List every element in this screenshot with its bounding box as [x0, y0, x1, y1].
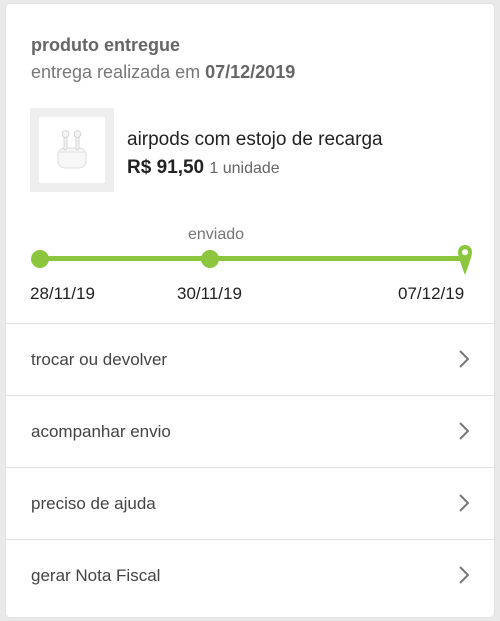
delivery-info: entrega realizada em 07/12/2019 — [31, 62, 295, 83]
action-label: acompanhar envio — [31, 422, 171, 441]
timeline-dot — [201, 250, 219, 268]
timeline-dot — [31, 250, 49, 268]
timeline-date: 07/12/19 — [398, 284, 465, 303]
chevron-right-icon — [459, 566, 470, 584]
airpods-case-icon — [57, 130, 87, 169]
delivery-prefix: entrega realizada em — [31, 62, 201, 82]
timeline-step-label: enviado — [188, 226, 245, 243]
action-label: gerar Nota Fiscal — [31, 566, 161, 585]
product-name[interactable]: airpods com estojo de recarga — [127, 129, 383, 151]
timeline-line-segment — [210, 256, 460, 261]
product-image — [39, 117, 105, 183]
action-generate-invoice[interactable]: gerar Nota Fiscal — [6, 539, 494, 611]
timeline-date: 28/11/19 — [30, 284, 95, 303]
product-price-line: R$ 91,50 1 unidade — [127, 157, 280, 179]
order-status-title: produto entregue — [31, 35, 180, 55]
product-quantity: 1 unidade — [209, 160, 280, 177]
delivery-date: 07/12/2019 — [205, 62, 296, 82]
location-pin-icon — [458, 245, 472, 275]
action-need-help[interactable]: preciso de ajuda — [6, 467, 494, 539]
action-exchange-return[interactable]: trocar ou devolver — [6, 323, 494, 395]
timeline-date: 30/11/19 — [177, 284, 242, 303]
order-card: produto entregue entrega realizada em 07… — [6, 4, 494, 617]
shipping-timeline: enviado 28/11/19 30/11/19 07/12/19 — [6, 222, 494, 312]
action-label: trocar ou devolver — [31, 350, 168, 369]
chevron-right-icon — [459, 350, 470, 368]
chevron-right-icon — [459, 422, 470, 440]
product-price: R$ 91,50 — [127, 157, 205, 178]
timeline-line-segment — [40, 256, 210, 261]
order-actions-list: trocar ou devolver acompanhar envio prec… — [6, 323, 494, 611]
chevron-right-icon — [459, 494, 470, 512]
product-thumbnail[interactable] — [30, 108, 114, 192]
action-track-shipment[interactable]: acompanhar envio — [6, 395, 494, 467]
action-label: preciso de ajuda — [31, 494, 156, 513]
